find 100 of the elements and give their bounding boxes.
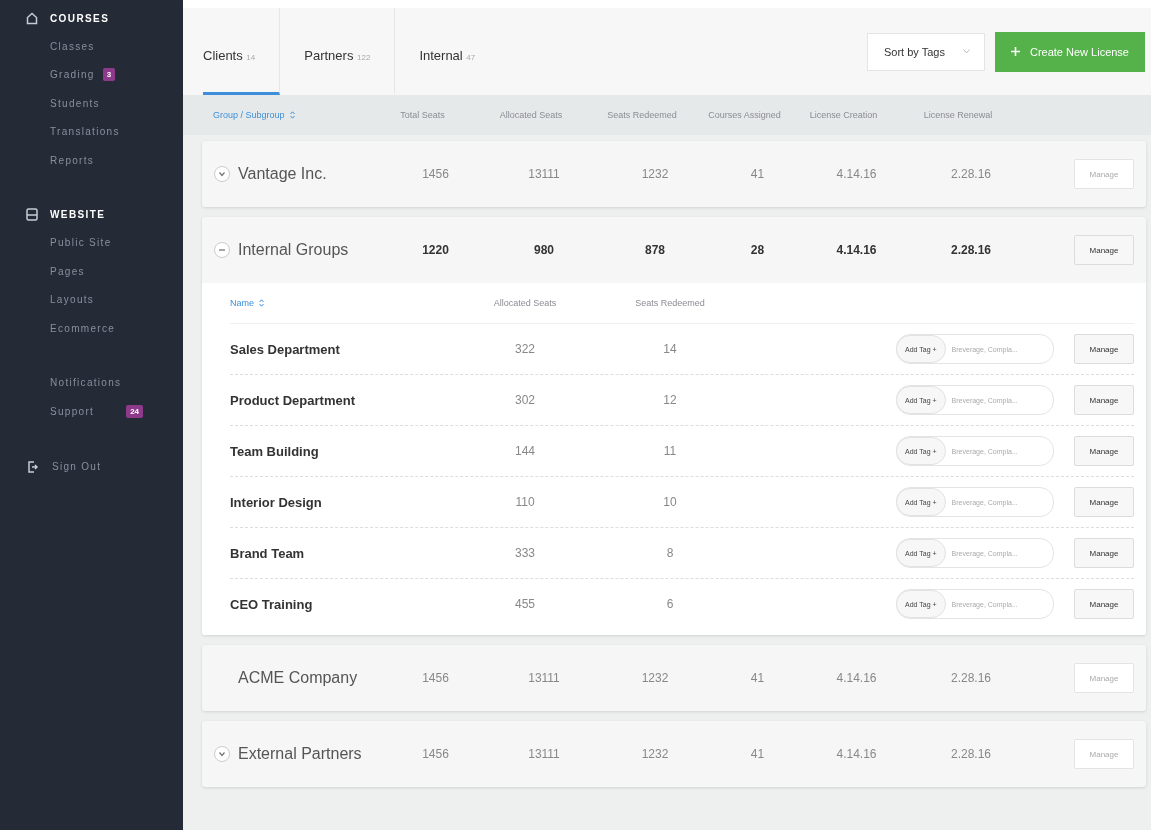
table-cell-text: 1456 [421,747,450,761]
table-cell-text: 41 [749,747,766,761]
table-cell-text: 1456 [421,671,450,685]
table-cell-text: 2.28.16 [949,243,992,257]
table-cell-text: 8 [665,546,675,560]
nav-label: Notifications [50,377,122,389]
nav-label: Layouts [50,294,95,306]
table-cell-text: 11 [662,444,678,458]
sign-out-link[interactable]: Sign Out [0,451,183,482]
table-cell-text: 1232 [640,747,670,761]
subgroup-name: CEO Training [230,596,314,612]
table-cell-text: 2.28.16 [949,747,992,761]
sortable-column-header[interactable]: Name [230,298,450,308]
expand-toggle[interactable] [214,166,230,182]
nav-item[interactable]: Support 24 [0,397,183,426]
count-badge: 24 [126,404,144,418]
manage-button[interactable]: Manage [1074,385,1134,415]
table-cell-text: 13111 [527,747,561,761]
table-cell-text: 6 [665,597,675,611]
column-header: Seats Redeemed [606,110,678,120]
nav-item[interactable]: Pages [0,257,183,286]
nav-label: Students [50,97,100,109]
nav-label: Reports [50,154,95,166]
manage-button[interactable]: Manage [1074,589,1134,619]
nav-item[interactable]: Reports [0,146,183,175]
sign-out-icon [28,460,38,473]
table-cell-text: 980 [533,243,555,257]
table-cell-text: 28 [749,243,766,257]
group-name: Internal Groups [238,241,349,259]
home-icon [26,11,38,25]
table-cell-text: 12 [662,393,678,407]
table-cell-text: 4.14.16 [835,747,878,761]
table-cell-text: 302 [514,393,536,407]
chevron-down-icon [218,170,226,178]
subgroup-name: Team Building [230,443,320,459]
group-name: Vantage Inc. [238,165,327,183]
plus-icon [1010,47,1020,56]
nav-label: Grading [50,69,95,81]
subgroup-name: Brand Team [230,545,306,561]
column-header: Allocated Seats [492,298,558,308]
table-cell-text: 1456 [421,167,450,181]
table-cell-text: 1220 [421,243,450,257]
nav-label: Ecommerce [50,322,116,334]
table-cell-text: 878 [644,243,666,257]
column-header: Seats Redeemed [634,298,706,308]
subgroup-name: Product Department [230,392,356,408]
column-header: Allocated Seats [498,110,564,120]
table-cell-text: 1232 [640,167,670,181]
nav-label: Pages [50,265,85,277]
table-cell-text: 10 [662,495,678,509]
column-header: License Renewal [922,110,994,120]
collapse-toggle[interactable] [214,242,230,258]
nav-item[interactable]: Students [0,89,183,118]
table-cell-text: 2.28.16 [949,167,992,181]
table-cell-text: 41 [749,671,766,685]
section-title: WEBSITE [50,209,106,220]
expand-toggle[interactable] [214,746,230,762]
nav-item[interactable]: Public Site [0,228,183,257]
manage-button[interactable]: Manage [1074,487,1134,517]
table-cell-text: 4.14.16 [835,167,878,181]
caret-icon [962,49,970,54]
column-header: Courses Assigned [707,110,782,120]
minus-icon [218,246,226,254]
table-cell-text: 144 [514,444,536,458]
nav-item[interactable]: Ecommerce [0,314,183,343]
chevron-down-icon [218,750,226,758]
nav-item[interactable]: Layouts [0,285,183,314]
table-cell-text: 1232 [640,671,670,685]
nav-item[interactable]: Translations [0,117,183,146]
layout-icon [26,208,38,221]
nav-item[interactable]: Classes [0,32,183,61]
table-cell-text: 2.28.16 [949,671,992,685]
column-header: License Creation [808,110,879,120]
group-name: External Partners [238,745,362,763]
table-cell-text: 4.14.16 [835,671,878,685]
nav-label: Translations [50,126,120,138]
count-badge: 3 [102,68,116,82]
table-cell-text: 13111 [527,167,561,181]
subgroup-name: Sales Department [230,341,341,357]
column-header: Total Seats [399,110,446,120]
nav-item[interactable]: Grading 3 [0,60,183,89]
table-cell-text: 14 [662,342,678,356]
nav-item[interactable]: Notifications [0,368,183,397]
section-title: COURSES [50,12,110,24]
table-cell-text: 41 [749,167,766,181]
manage-button[interactable]: Manage [1074,235,1134,265]
tab[interactable]: Internal 47 [419,8,500,95]
table-cell-text: 13111 [527,671,561,685]
sort-icon [259,299,264,307]
table-cell-text: 110 [514,495,536,509]
manage-button[interactable]: Manage [1074,436,1134,466]
manage-button[interactable]: Manage [1074,538,1134,568]
nav-label: Support [50,405,95,417]
manage-button[interactable]: Manage [1074,334,1134,364]
sort-icon [289,111,295,119]
nav-label: Classes [50,40,95,52]
nav-label: Public Site [50,237,112,249]
sort-select[interactable]: Sort by Tags [867,32,985,71]
table-cell-text: 455 [514,597,536,611]
group-name: ACME Company [238,669,358,687]
